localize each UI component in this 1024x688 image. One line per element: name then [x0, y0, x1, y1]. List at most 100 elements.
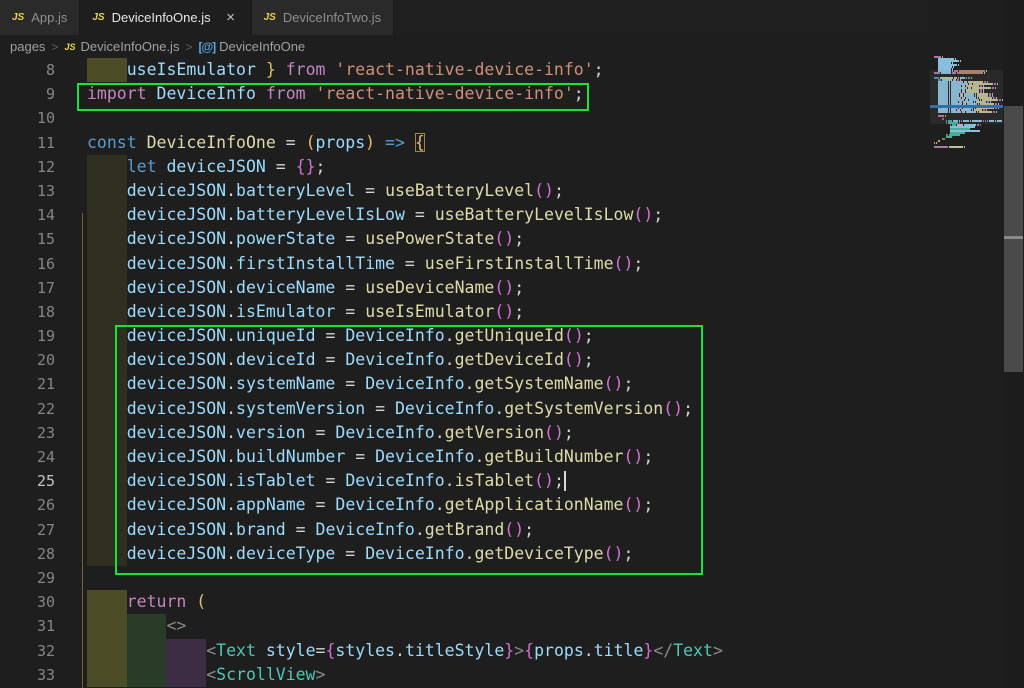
code-line-10[interactable]	[87, 106, 930, 130]
line-number: 25	[0, 469, 55, 493]
minimap-row	[934, 142, 1003, 144]
code-line-29[interactable]	[87, 566, 930, 590]
minimap-cursor-line	[930, 105, 1003, 108]
code-editor[interactable]: 8910111213141516171819202122232425262728…	[0, 58, 930, 688]
line-number: 23	[0, 421, 55, 445]
breadcrumb-label: DeviceInfoOne.js	[80, 39, 179, 54]
breadcrumb: pages>JSDeviceInfoOne.js>[@]DeviceInfoOn…	[0, 35, 1024, 58]
code-line-15[interactable]: deviceJSON.powerState = usePowerState();	[87, 227, 930, 251]
code-text: import DeviceInfo from 'react-native-dev…	[87, 84, 584, 103]
code-text: return (	[87, 592, 206, 611]
line-number: 31	[0, 614, 55, 638]
breadcrumb-label: pages	[10, 39, 45, 54]
line-number: 27	[0, 518, 55, 542]
line-number: 28	[0, 542, 55, 566]
code-text: deviceJSON.systemName = DeviceInfo.getSy…	[87, 374, 633, 393]
scrollbar-cursor-decoration	[1004, 236, 1023, 239]
code-line-21[interactable]: deviceJSON.systemName = DeviceInfo.getSy…	[87, 372, 930, 396]
line-number: 11	[0, 131, 55, 155]
line-number: 26	[0, 493, 55, 517]
code-line-9[interactable]: import DeviceInfo from 'react-native-dev…	[87, 82, 930, 106]
code-line-11[interactable]: const DeviceInfoOne = (props) => {	[87, 131, 930, 155]
line-number: 14	[0, 203, 55, 227]
line-number: 30	[0, 590, 55, 614]
text-cursor	[564, 471, 566, 491]
editor-tab-bar: JSApp.jsJSDeviceInfoOne.js×JSDeviceInfoT…	[0, 0, 1024, 35]
code-line-20[interactable]: deviceJSON.deviceId = DeviceInfo.getDevi…	[87, 348, 930, 372]
js-icon: JS	[264, 12, 276, 23]
code-text: deviceJSON.uniqueId = DeviceInfo.getUniq…	[87, 326, 594, 345]
code-text: deviceJSON.systemVersion = DeviceInfo.ge…	[87, 399, 693, 418]
tab-App.js[interactable]: JSApp.js	[0, 0, 80, 35]
code-line-28[interactable]: deviceJSON.deviceType = DeviceInfo.getDe…	[87, 542, 930, 566]
line-number: 24	[0, 445, 55, 469]
line-number: 8	[0, 58, 55, 82]
line-number: 21	[0, 372, 55, 396]
breadcrumb-item-DeviceInfoOne.js[interactable]: >JSDeviceInfoOne.js	[45, 39, 179, 54]
code-text: <>	[87, 616, 186, 635]
breadcrumb-item-pages[interactable]: pages	[10, 39, 45, 54]
code-line-22[interactable]: deviceJSON.systemVersion = DeviceInfo.ge…	[87, 397, 930, 421]
minimap[interactable]	[930, 0, 1003, 688]
code-text: deviceJSON.batteryLevel = useBatteryLeve…	[87, 181, 564, 200]
code-text: deviceJSON.buildNumber = DeviceInfo.getB…	[87, 447, 653, 466]
code-text: deviceJSON.deviceType = DeviceInfo.getDe…	[87, 544, 633, 563]
close-icon[interactable]: ×	[223, 10, 239, 25]
code-line-13[interactable]: deviceJSON.batteryLevel = useBatteryLeve…	[87, 179, 930, 203]
line-number: 33	[0, 663, 55, 687]
chevron-right-icon: >	[185, 40, 192, 54]
code-line-24[interactable]: deviceJSON.buildNumber = DeviceInfo.getB…	[87, 445, 930, 469]
code-line-23[interactable]: deviceJSON.version = DeviceInfo.getVersi…	[87, 421, 930, 445]
line-number: 32	[0, 639, 55, 663]
line-number: 22	[0, 397, 55, 421]
line-number: 15	[0, 227, 55, 251]
code-line-33[interactable]: <ScrollView>	[87, 663, 930, 687]
code-line-27[interactable]: deviceJSON.brand = DeviceInfo.getBrand()…	[87, 518, 930, 542]
line-number: 12	[0, 155, 55, 179]
js-icon: JS	[92, 12, 104, 23]
code-text: deviceJSON.brand = DeviceInfo.getBrand()…	[87, 520, 534, 539]
code-line-16[interactable]: deviceJSON.firstInstallTime = useFirstIn…	[87, 252, 930, 276]
code-content: useIsEmulator } from 'react-native-devic…	[87, 58, 930, 687]
tab-label: App.js	[31, 10, 67, 25]
vertical-scrollbar[interactable]	[1003, 0, 1024, 688]
code-line-12[interactable]: let deviceJSON = {};	[87, 155, 930, 179]
tab-label: DeviceInfoTwo.js	[283, 10, 381, 25]
code-text: deviceJSON.isTablet = DeviceInfo.isTable…	[87, 471, 564, 490]
code-text: <Text style={styles.titleStyle}>{props.t…	[87, 641, 723, 660]
line-number: 10	[0, 106, 55, 130]
minimap-row	[934, 146, 1003, 148]
code-line-19[interactable]: deviceJSON.uniqueId = DeviceInfo.getUniq…	[87, 324, 930, 348]
code-line-25[interactable]: deviceJSON.isTablet = DeviceInfo.isTable…	[87, 469, 930, 493]
minimap-slider[interactable]	[930, 70, 1003, 123]
line-number: 16	[0, 252, 55, 276]
tab-DeviceInfoOne.js[interactable]: JSDeviceInfoOne.js×	[80, 0, 251, 35]
breadcrumb-label: DeviceInfoOne	[219, 39, 305, 54]
code-line-31[interactable]: <>	[87, 614, 930, 638]
code-text: deviceJSON.firstInstallTime = useFirstIn…	[87, 254, 643, 273]
code-line-17[interactable]: deviceJSON.deviceName = useDeviceName();	[87, 276, 930, 300]
code-text: deviceJSON.isEmulator = useIsEmulator();	[87, 302, 524, 321]
line-number: 9	[0, 82, 55, 106]
vscode-editor-window: JSApp.jsJSDeviceInfoOne.js×JSDeviceInfoT…	[0, 0, 1024, 688]
code-line-8[interactable]: useIsEmulator } from 'react-native-devic…	[87, 58, 930, 82]
tab-DeviceInfoTwo.js[interactable]: JS DeviceInfoTwo.js	[252, 0, 395, 35]
code-line-26[interactable]: deviceJSON.appName = DeviceInfo.getAppli…	[87, 493, 930, 517]
line-number: 13	[0, 179, 55, 203]
code-text: <ScrollView>	[87, 665, 325, 684]
line-number: 18	[0, 300, 55, 324]
code-text: deviceJSON.powerState = usePowerState();	[87, 229, 524, 248]
indent-guide-line	[82, 213, 83, 688]
line-number: 20	[0, 348, 55, 372]
code-line-14[interactable]: deviceJSON.batteryLevelIsLow = useBatter…	[87, 203, 930, 227]
breadcrumb-item-DeviceInfoOne[interactable]: >[@]DeviceInfoOne	[179, 39, 305, 54]
code-line-18[interactable]: deviceJSON.isEmulator = useIsEmulator();	[87, 300, 930, 324]
code-line-32[interactable]: <Text style={styles.titleStyle}>{props.t…	[87, 639, 930, 663]
code-text: deviceJSON.appName = DeviceInfo.getAppli…	[87, 495, 653, 514]
code-line-30[interactable]: return (	[87, 590, 930, 614]
line-number: 17	[0, 276, 55, 300]
scrollbar-thumb[interactable]	[1004, 106, 1023, 372]
code-text: let deviceJSON = {};	[87, 157, 325, 176]
code-text: deviceJSON.deviceName = useDeviceName();	[87, 278, 524, 297]
code-text: deviceJSON.version = DeviceInfo.getVersi…	[87, 423, 574, 442]
